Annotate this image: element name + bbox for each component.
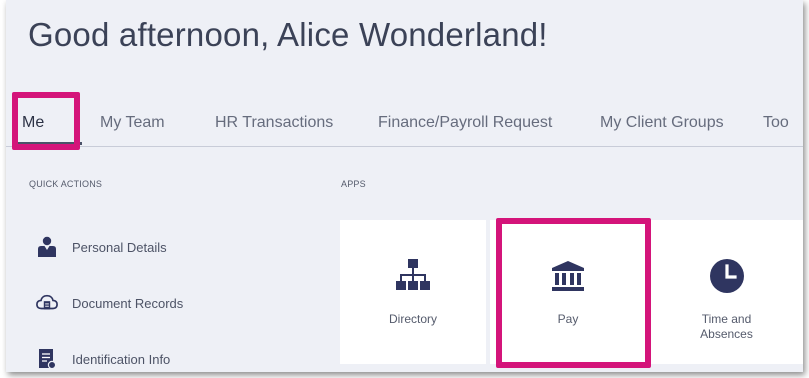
quick-action-identification-info[interactable]: Identification Info (36, 348, 170, 370)
app-tile-label: Time and Absences (700, 312, 753, 341)
app-tile-time-and-absences[interactable]: Time and Absences (650, 220, 803, 364)
quick-action-label: Identification Info (72, 351, 171, 367)
app-tile-label: Directory (388, 312, 437, 326)
quick-action-label: Document Records (72, 295, 184, 311)
app-tile-label: Pay (557, 312, 579, 326)
tab-me[interactable]: Me (22, 114, 44, 132)
app-tile-directory[interactable]: Directory (340, 220, 486, 364)
tab-bar: Me My Team HR Transactions Finance/Payro… (6, 96, 803, 147)
org-chart-icon (395, 256, 431, 296)
quick-actions-heading: QUICK ACTIONS (29, 179, 103, 189)
apps-heading: APPS (341, 179, 366, 189)
cloud-document-icon (36, 292, 58, 314)
app-window: Good afternoon, Alice Wonderland! Me My … (6, 0, 803, 372)
active-tab-indicator (14, 142, 82, 145)
person-icon (36, 236, 58, 258)
tab-hr-transactions[interactable]: HR Transactions (215, 114, 333, 132)
id-card-icon (36, 348, 58, 370)
tab-tools[interactable]: Too (763, 114, 789, 132)
quick-action-label: Personal Details (72, 239, 167, 255)
page-title: Good afternoon, Alice Wonderland! (28, 16, 548, 53)
quick-action-personal-details[interactable]: Personal Details (36, 236, 167, 258)
tab-my-team[interactable]: My Team (100, 114, 165, 132)
app-tile-pay[interactable]: Pay (490, 220, 646, 364)
quick-action-document-records[interactable]: Document Records (36, 292, 183, 314)
bank-icon (551, 256, 585, 296)
tab-finance-payroll-request[interactable]: Finance/Payroll Request (378, 114, 552, 132)
tab-my-client-groups[interactable]: My Client Groups (600, 114, 724, 132)
clock-icon (709, 256, 745, 296)
